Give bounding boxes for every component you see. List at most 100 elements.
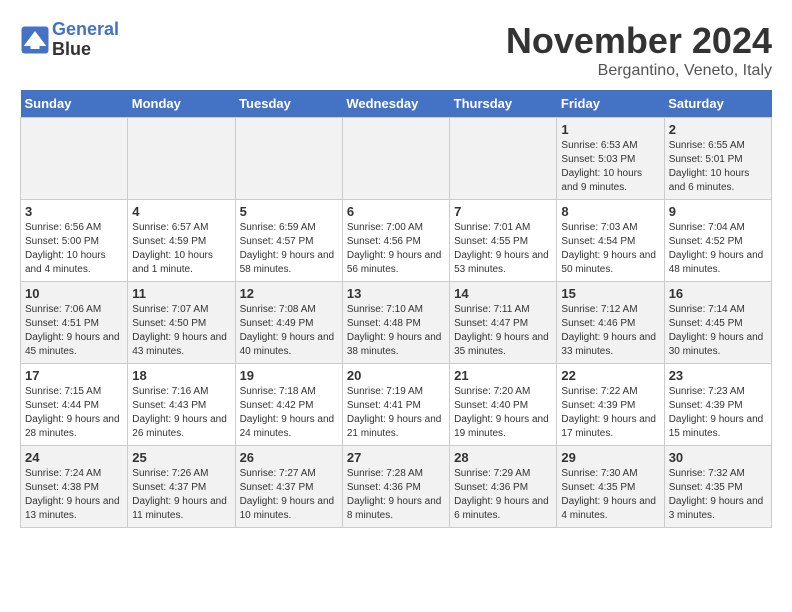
day-number: 8 — [561, 204, 659, 219]
day-cell: 10 Sunrise: 7:06 AM Sunset: 4:51 PM Dayli… — [21, 282, 128, 364]
day-info: Sunrise: 7:07 AM Sunset: 4:50 PM Dayligh… — [132, 303, 230, 359]
day-cell: 17 Sunrise: 7:15 AM Sunset: 4:44 PM Dayli… — [21, 364, 128, 446]
day-cell: 22 Sunrise: 7:22 AM Sunset: 4:39 PM Dayli… — [557, 364, 664, 446]
week-row-2: 3 Sunrise: 6:56 AM Sunset: 5:00 PM Daylig… — [21, 200, 772, 282]
day-cell: 25Sunrise: 7:26 AM Sunset: 4:37 PM Dayli… — [128, 446, 235, 528]
weekday-header-monday: Monday — [128, 90, 235, 118]
day-cell — [235, 118, 342, 200]
weekday-header-friday: Friday — [557, 90, 664, 118]
day-info: Sunrise: 7:04 AM Sunset: 4:52 PM Dayligh… — [669, 221, 767, 277]
day-cell: 27Sunrise: 7:28 AM Sunset: 4:36 PM Dayli… — [342, 446, 449, 528]
day-number: 3 — [25, 204, 123, 219]
day-cell: 2 Sunrise: 6:55 AM Sunset: 5:01 PM Daylig… — [664, 118, 771, 200]
logo-icon — [20, 25, 50, 55]
day-number: 15 — [561, 286, 659, 301]
day-info: Sunrise: 7:19 AM Sunset: 4:41 PM Dayligh… — [347, 385, 445, 441]
week-row-3: 10 Sunrise: 7:06 AM Sunset: 4:51 PM Dayli… — [21, 282, 772, 364]
day-number: 2 — [669, 122, 767, 137]
day-number: 21 — [454, 368, 552, 383]
day-info: Sunrise: 7:01 AM Sunset: 4:55 PM Dayligh… — [454, 221, 552, 277]
weekday-header-row: SundayMondayTuesdayWednesdayThursdayFrid… — [21, 90, 772, 118]
logo-blue: Blue — [52, 39, 91, 59]
week-row-4: 17 Sunrise: 7:15 AM Sunset: 4:44 PM Dayli… — [21, 364, 772, 446]
day-cell: 19 Sunrise: 7:18 AM Sunset: 4:42 PM Dayli… — [235, 364, 342, 446]
day-info: Sunrise: 6:53 AM Sunset: 5:03 PM Dayligh… — [561, 139, 659, 195]
day-number: 4 — [132, 204, 230, 219]
logo: General Blue — [20, 20, 119, 60]
day-number: 13 — [347, 286, 445, 301]
day-cell: 12 Sunrise: 7:08 AM Sunset: 4:49 PM Dayli… — [235, 282, 342, 364]
day-cell: 30 Sunrise: 7:32 AM Sunset: 4:35 PM Dayli… — [664, 446, 771, 528]
day-number: 10 — [25, 286, 123, 301]
day-cell: 1 Sunrise: 6:53 AM Sunset: 5:03 PM Daylig… — [557, 118, 664, 200]
day-info: Sunrise: 7:23 AM Sunset: 4:39 PM Dayligh… — [669, 385, 767, 441]
day-cell: 8 Sunrise: 7:03 AM Sunset: 4:54 PM Daylig… — [557, 200, 664, 282]
day-number: 7 — [454, 204, 552, 219]
day-info: Sunrise: 7:32 AM Sunset: 4:35 PM Dayligh… — [669, 467, 767, 523]
day-cell — [450, 118, 557, 200]
day-info: Sunrise: 7:28 AM Sunset: 4:36 PM Dayligh… — [347, 467, 445, 523]
day-number: 1 — [561, 122, 659, 137]
day-cell: 15 Sunrise: 7:12 AM Sunset: 4:46 PM Dayli… — [557, 282, 664, 364]
week-row-5: 24 Sunrise: 7:24 AM Sunset: 4:38 PM Dayli… — [21, 446, 772, 528]
weekday-header-sunday: Sunday — [21, 90, 128, 118]
day-number: 11 — [132, 286, 230, 301]
day-cell: 13 Sunrise: 7:10 AM Sunset: 4:48 PM Dayli… — [342, 282, 449, 364]
day-cell: 5Sunrise: 6:59 AM Sunset: 4:57 PM Daylig… — [235, 200, 342, 282]
day-number: 29 — [561, 450, 659, 465]
weekday-header-tuesday: Tuesday — [235, 90, 342, 118]
weekday-header-saturday: Saturday — [664, 90, 771, 118]
day-info: Sunrise: 7:08 AM Sunset: 4:49 PM Dayligh… — [240, 303, 338, 359]
day-info: Sunrise: 7:14 AM Sunset: 4:45 PM Dayligh… — [669, 303, 767, 359]
day-info: Sunrise: 7:18 AM Sunset: 4:42 PM Dayligh… — [240, 385, 338, 441]
day-info: Sunrise: 7:30 AM Sunset: 4:35 PM Dayligh… — [561, 467, 659, 523]
logo-general: General — [52, 19, 119, 39]
day-cell: 18Sunrise: 7:16 AM Sunset: 4:43 PM Dayli… — [128, 364, 235, 446]
day-info: Sunrise: 7:11 AM Sunset: 4:47 PM Dayligh… — [454, 303, 552, 359]
day-number: 30 — [669, 450, 767, 465]
day-cell — [128, 118, 235, 200]
day-info: Sunrise: 7:10 AM Sunset: 4:48 PM Dayligh… — [347, 303, 445, 359]
day-number: 22 — [561, 368, 659, 383]
day-cell: 4 Sunrise: 6:57 AM Sunset: 4:59 PM Daylig… — [128, 200, 235, 282]
week-row-1: 1 Sunrise: 6:53 AM Sunset: 5:03 PM Daylig… — [21, 118, 772, 200]
day-number: 12 — [240, 286, 338, 301]
day-info: Sunrise: 7:29 AM Sunset: 4:36 PM Dayligh… — [454, 467, 552, 523]
day-info: Sunrise: 7:06 AM Sunset: 4:51 PM Dayligh… — [25, 303, 123, 359]
day-cell: 23Sunrise: 7:23 AM Sunset: 4:39 PM Dayli… — [664, 364, 771, 446]
day-cell: 28 Sunrise: 7:29 AM Sunset: 4:36 PM Dayli… — [450, 446, 557, 528]
day-info: Sunrise: 7:15 AM Sunset: 4:44 PM Dayligh… — [25, 385, 123, 441]
day-info: Sunrise: 7:03 AM Sunset: 4:54 PM Dayligh… — [561, 221, 659, 277]
day-info: Sunrise: 6:57 AM Sunset: 4:59 PM Dayligh… — [132, 221, 230, 277]
day-info: Sunrise: 7:24 AM Sunset: 4:38 PM Dayligh… — [25, 467, 123, 523]
day-cell: 21 Sunrise: 7:20 AM Sunset: 4:40 PM Dayli… — [450, 364, 557, 446]
day-info: Sunrise: 6:56 AM Sunset: 5:00 PM Dayligh… — [25, 221, 123, 277]
day-number: 26 — [240, 450, 338, 465]
day-number: 19 — [240, 368, 338, 383]
calendar-table: SundayMondayTuesdayWednesdayThursdayFrid… — [20, 90, 772, 528]
location-subtitle: Bergantino, Veneto, Italy — [506, 62, 772, 80]
day-number: 16 — [669, 286, 767, 301]
day-info: Sunrise: 7:22 AM Sunset: 4:39 PM Dayligh… — [561, 385, 659, 441]
day-number: 9 — [669, 204, 767, 219]
month-title: November 2024 — [506, 20, 772, 62]
day-cell: 24 Sunrise: 7:24 AM Sunset: 4:38 PM Dayli… — [21, 446, 128, 528]
day-cell: 6Sunrise: 7:00 AM Sunset: 4:56 PM Daylig… — [342, 200, 449, 282]
day-cell: 16 Sunrise: 7:14 AM Sunset: 4:45 PM Dayli… — [664, 282, 771, 364]
day-number: 17 — [25, 368, 123, 383]
day-number: 28 — [454, 450, 552, 465]
day-info: Sunrise: 7:27 AM Sunset: 4:37 PM Dayligh… — [240, 467, 338, 523]
day-info: Sunrise: 7:12 AM Sunset: 4:46 PM Dayligh… — [561, 303, 659, 359]
day-number: 14 — [454, 286, 552, 301]
title-block: November 2024 Bergantino, Veneto, Italy — [506, 20, 772, 80]
day-info: Sunrise: 7:20 AM Sunset: 4:40 PM Dayligh… — [454, 385, 552, 441]
day-info: Sunrise: 7:00 AM Sunset: 4:56 PM Dayligh… — [347, 221, 445, 277]
day-cell — [342, 118, 449, 200]
day-cell: 3 Sunrise: 6:56 AM Sunset: 5:00 PM Daylig… — [21, 200, 128, 282]
day-cell: 29 Sunrise: 7:30 AM Sunset: 4:35 PM Dayli… — [557, 446, 664, 528]
day-info: Sunrise: 7:26 AM Sunset: 4:37 PM Dayligh… — [132, 467, 230, 523]
day-info: Sunrise: 6:55 AM Sunset: 5:01 PM Dayligh… — [669, 139, 767, 195]
day-info: Sunrise: 6:59 AM Sunset: 4:57 PM Dayligh… — [240, 221, 338, 277]
day-cell: 7 Sunrise: 7:01 AM Sunset: 4:55 PM Daylig… — [450, 200, 557, 282]
day-number: 24 — [25, 450, 123, 465]
